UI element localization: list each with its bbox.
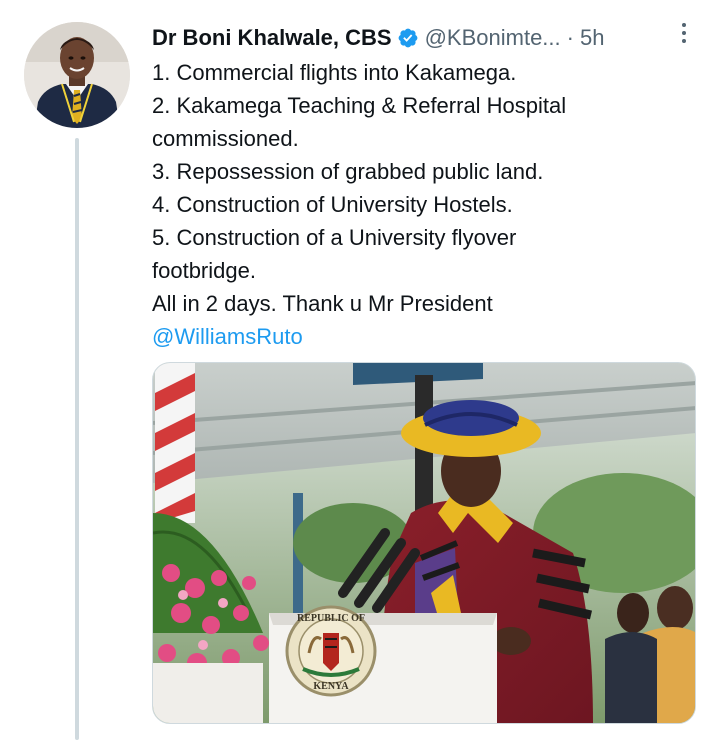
tweet-line: 3. Repossession of grabbed public land. [152,159,544,184]
tweet-timestamp[interactable]: 5h [580,25,604,51]
avatar-photo [24,22,130,128]
tweet-line: 5. Construction of a University flyover [152,225,517,250]
thread-connector-line [75,138,79,740]
tweet-line: All in 2 days. Thank u Mr President [152,291,493,316]
tweet-header: Dr Boni Khalwale, CBS @KBonimte... · 5h [152,20,708,56]
verified-badge-icon [398,28,417,48]
tweet-line: footbridge. [152,258,256,283]
author-handle[interactable]: @KBonimte... [425,25,561,51]
tweet-line: 4. Construction of University Hostels. [152,192,513,217]
mention-link[interactable]: @WilliamsRuto [152,320,682,353]
tweet-line: 2. Kakamega Teaching & Referral Hospital [152,93,567,118]
tweet-media-image[interactable]: REPUBLIC OF KENYA [152,362,696,724]
meta-separator: · [566,25,574,50]
tweet[interactable]: Dr Boni Khalwale, CBS @KBonimte... · 5h … [0,0,720,740]
more-options-icon[interactable] [674,18,694,48]
author-display-name[interactable]: Dr Boni Khalwale, CBS [152,25,392,51]
tweet-line: commissioned. [152,126,299,151]
tweet-text: 1. Commercial flights into Kakamega. 2. … [152,56,682,353]
media-photo-president-speaking: REPUBLIC OF KENYA [153,363,695,723]
author-avatar[interactable] [24,22,130,128]
seal-bottom-text: KENYA [313,681,349,692]
tweet-line: 1. Commercial flights into Kakamega. [152,60,517,85]
seal-top-text: REPUBLIC OF [297,613,365,624]
